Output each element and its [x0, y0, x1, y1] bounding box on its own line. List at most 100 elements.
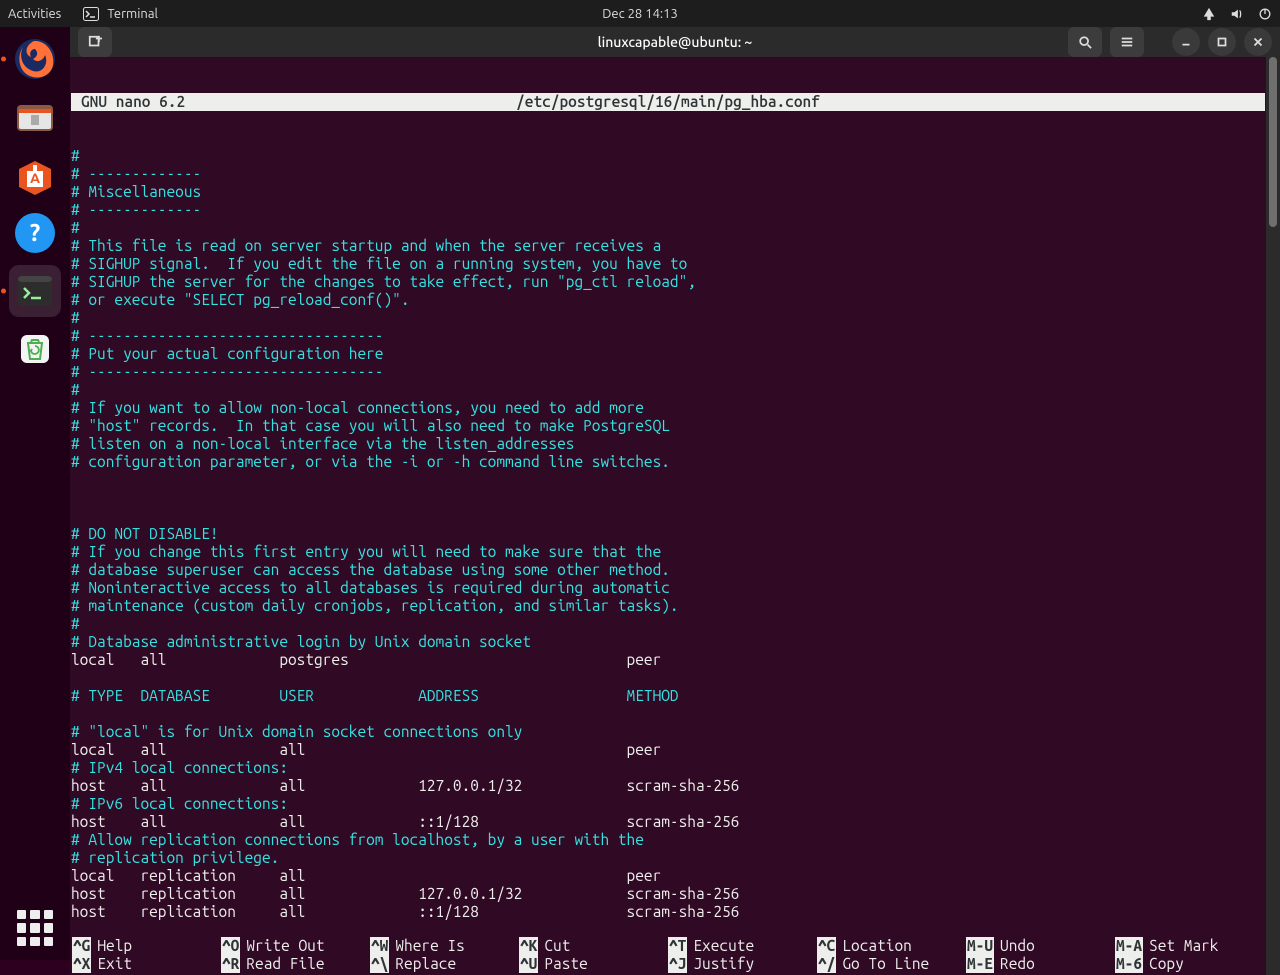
terminal-content[interactable]: GNU nano 6.2 /etc/postgresql/16/main/pg_…	[70, 57, 1266, 975]
nano-shortcut: ^\ Replace	[370, 955, 519, 973]
shortcut-key: ^X	[72, 955, 91, 973]
nano-line: local all all peer	[71, 741, 1265, 759]
shortcut-label: Location	[842, 937, 911, 955]
show-applications[interactable]	[17, 910, 53, 946]
dock-trash[interactable]	[9, 323, 61, 375]
app-menu-label: Terminal	[107, 7, 158, 21]
titlebar: linuxcapable@ubuntu: ~	[70, 27, 1280, 57]
minimize-button[interactable]	[1172, 28, 1200, 56]
shortcut-key: M-6	[1115, 955, 1143, 973]
shortcut-label: Replace	[395, 955, 456, 973]
shortcut-key: ^\	[370, 955, 389, 973]
nano-line: # replication privilege.	[71, 849, 1265, 867]
terminal-icon	[83, 7, 99, 21]
nano-line: # database superuser can access the data…	[71, 561, 1265, 579]
svg-text:?: ?	[30, 219, 41, 246]
shortcut-label: Write Out	[246, 937, 324, 955]
nano-shortcuts: ^G Help ^O Write Out ^WWhere Is^KCut^TExecut…	[70, 937, 1266, 975]
shortcut-key: ^K	[519, 937, 538, 955]
nano-line: # -------------	[71, 165, 1265, 183]
nano-shortcut: ^O Write Out	[221, 937, 370, 955]
shortcut-key: ^O	[221, 937, 240, 955]
nano-line: # ----------------------------------	[71, 363, 1265, 381]
nano-line: # If you want to allow non-local connect…	[71, 399, 1265, 417]
search-button[interactable]	[1068, 27, 1102, 57]
nano-shortcut: ^C Location	[817, 937, 966, 955]
nano-line: local all postgres peer	[71, 651, 1265, 669]
nano-line: # ----------------------------------	[71, 327, 1265, 345]
dock-help[interactable]: ?	[9, 207, 61, 259]
scrollbar[interactable]	[1266, 57, 1280, 975]
nano-line: # -------------	[71, 201, 1265, 219]
nano-line: # IPv6 local connections:	[71, 795, 1265, 813]
shortcut-key: ^R	[221, 955, 240, 973]
nano-line: local replication all peer	[71, 867, 1265, 885]
nano-shortcut: ^G Help	[72, 937, 221, 955]
shortcut-label: Justify	[693, 955, 754, 973]
shortcut-label: Read File	[246, 955, 324, 973]
nano-buffer: ## -------------# Miscellaneous# -------…	[71, 147, 1265, 921]
nano-shortcut: ^X Exit	[72, 955, 221, 973]
clock[interactable]: Dec 28 14:13	[602, 7, 678, 21]
nano-line: # "host" records. In that case you will …	[71, 417, 1265, 435]
shortcut-label: Help	[97, 937, 132, 955]
nano-shortcut: ^/Go To Line	[817, 955, 966, 973]
shortcut-key: ^C	[817, 937, 836, 955]
nano-shortcut: M-UUndo	[966, 937, 1115, 955]
shortcut-key: M-U	[966, 937, 994, 955]
nano-line: # Noninteractive access to all databases…	[71, 579, 1265, 597]
nano-line: #	[71, 219, 1265, 237]
nano-line: #	[71, 147, 1265, 165]
shortcut-key: ^J	[668, 955, 687, 973]
nano-line: # SIGHUP signal. If you edit the file on…	[71, 255, 1265, 273]
nano-line: #	[71, 615, 1265, 633]
nano-line: # If you change this first entry you wil…	[71, 543, 1265, 561]
shortcut-label: Execute	[693, 937, 754, 955]
nano-line: # listen on a non-local interface via th…	[71, 435, 1265, 453]
nano-line	[71, 669, 1265, 687]
nano-line: #	[71, 309, 1265, 327]
shortcut-key: M-A	[1115, 937, 1143, 955]
shortcut-key: ^/	[817, 955, 836, 973]
dock: A ?	[0, 27, 70, 960]
svg-text:A: A	[30, 170, 40, 186]
scrollbar-thumb[interactable]	[1269, 57, 1277, 227]
nano-shortcut: M-6 Copy	[1115, 955, 1264, 973]
nano-line: host all all 127.0.0.1/32 scram-sha-256	[71, 777, 1265, 795]
nano-shortcut: ^WWhere Is	[370, 937, 519, 955]
shortcut-label: Exit	[97, 955, 132, 973]
shortcut-key: ^U	[519, 955, 538, 973]
nano-line: # Allow replication connections from loc…	[71, 831, 1265, 849]
dock-files[interactable]	[9, 91, 61, 143]
shortcut-label: Paste	[544, 955, 587, 973]
shortcut-label: Set Mark	[1149, 937, 1218, 955]
volume-icon[interactable]	[1230, 7, 1244, 21]
app-menu[interactable]: Terminal	[83, 7, 158, 21]
menu-button[interactable]	[1110, 27, 1144, 57]
nano-shortcut: M-ERedo	[966, 955, 1115, 973]
nano-shortcut: ^U Paste	[519, 955, 668, 973]
power-icon[interactable]	[1258, 7, 1272, 21]
nano-titlebar: GNU nano 6.2 /etc/postgresql/16/main/pg_…	[71, 93, 1265, 111]
nano-line: host replication all ::1/128 scram-sha-2…	[71, 903, 1265, 921]
nano-line: # "local" is for Unix domain socket conn…	[71, 723, 1265, 741]
maximize-button[interactable]	[1208, 28, 1236, 56]
shortcut-label: Where Is	[395, 937, 464, 955]
nano-shortcut: ^TExecute	[668, 937, 817, 955]
nano-line: # SIGHUP the server for the changes to t…	[71, 273, 1265, 291]
nano-line	[71, 489, 1265, 507]
shortcut-label: Copy	[1149, 955, 1184, 973]
nano-line: # This file is read on server startup an…	[71, 237, 1265, 255]
dock-terminal[interactable]	[9, 265, 61, 317]
close-button[interactable]	[1244, 28, 1272, 56]
nano-line: host replication all 127.0.0.1/32 scram-…	[71, 885, 1265, 903]
nano-shortcut: ^KCut	[519, 937, 668, 955]
network-icon[interactable]	[1202, 7, 1216, 21]
activities-button[interactable]: Activities	[8, 7, 61, 21]
nano-line: # DO NOT DISABLE!	[71, 525, 1265, 543]
dock-software[interactable]: A	[9, 149, 61, 201]
new-tab-button[interactable]	[78, 27, 112, 57]
dock-firefox[interactable]	[9, 33, 61, 85]
nano-line: # TYPE DATABASE USER ADDRESS METHOD	[71, 687, 1265, 705]
shortcut-key: ^G	[72, 937, 91, 955]
